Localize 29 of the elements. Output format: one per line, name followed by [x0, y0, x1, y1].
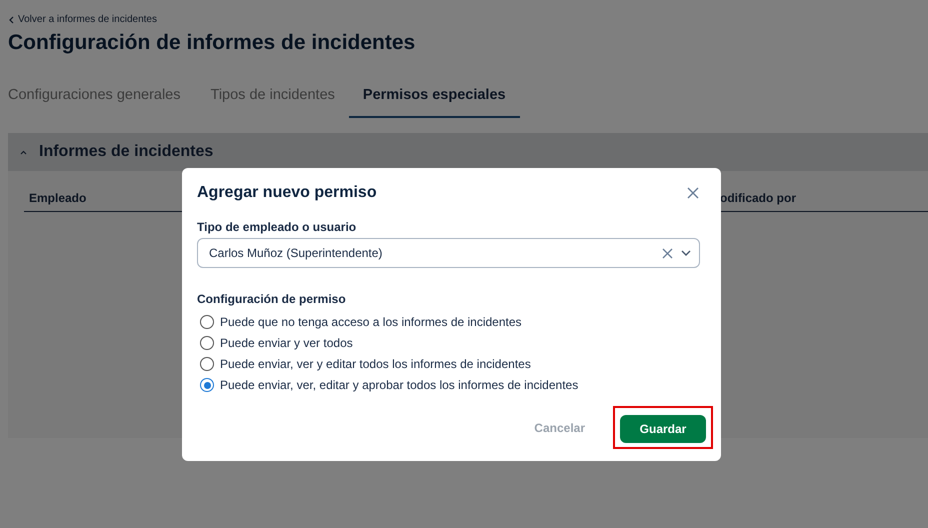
column-header: Empleado: [28, 191, 86, 205]
select-field[interactable]: Carlos Muñoz (Superintendente): [197, 238, 700, 268]
back-link-text[interactable]: Volver a informes de incidentes: [18, 14, 157, 25]
radio-button[interactable]: [200, 336, 214, 350]
option-label[interactable]: Puede enviar, ver y editar todos los informes de incidentes: [220, 357, 531, 371]
option-label[interactable]: Puede enviar y ver todos: [220, 336, 353, 350]
chevron-up-icon[interactable]: [20, 150, 27, 154]
back-link[interactable]: Volver a informes de incidentes: [8, 14, 920, 25]
save-button[interactable]: Guardar: [620, 415, 706, 443]
radio-option[interactable]: Puede que no tenga acceso a los informes de incidentes: [197, 315, 699, 329]
radio-button[interactable]: [200, 378, 214, 392]
page-title: Configuración de informes de incidentes: [8, 31, 416, 55]
chevron-down-icon[interactable]: [681, 250, 691, 256]
field-label: Tipo de empleado o usuario: [197, 220, 358, 234]
column-header: odificado por: [720, 191, 797, 205]
chevron-left-icon: [8, 16, 14, 24]
radio-option[interactable]: Puede enviar, ver y editar todos los informes de incidentes: [197, 357, 699, 371]
option-label[interactable]: Puede enviar, ver, editar y aprobar todos los informes de incidentes: [220, 378, 578, 392]
group-label: Configuración de permiso: [197, 292, 347, 306]
tab[interactable]: Permisos especiales: [348, 75, 520, 118]
option-label[interactable]: Puede que no tenga acceso a los informes de incidentes: [220, 315, 522, 329]
close-button[interactable]: [687, 187, 699, 199]
section-title: Informes de incidentes: [39, 143, 214, 161]
dialog-title: Agregar nuevo permiso: [197, 184, 377, 202]
radio-button[interactable]: [200, 357, 214, 371]
clear-icon[interactable]: [662, 248, 673, 258]
radio-option[interactable]: Puede enviar y ver todos: [197, 336, 699, 350]
radio-option[interactable]: Puede enviar, ver, editar y aprobar todos los informes de incidentes: [197, 378, 699, 392]
radio-button[interactable]: [200, 315, 214, 329]
